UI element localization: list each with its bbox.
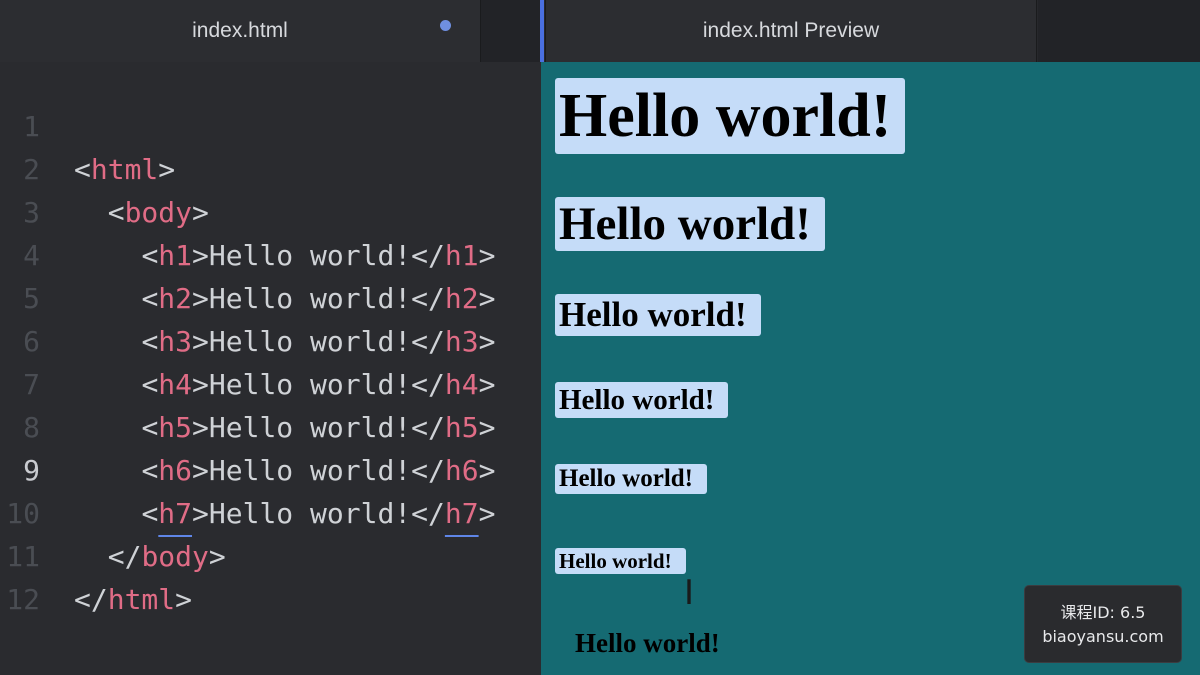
code-line[interactable]: 3 <h1>Hello world!</h1> (0, 148, 541, 272)
tab-preview[interactable]: index.html Preview (545, 0, 1037, 62)
preview-h2: Hello world! (555, 197, 825, 251)
tab-bar-empty-space (1038, 0, 1200, 62)
tab-title: index.html Preview (702, 19, 880, 42)
preview-h7-text: Hello world! (575, 628, 720, 658)
preview-h5: Hello world! (555, 464, 708, 494)
code-line[interactable]: 12 (0, 535, 541, 616)
code-line[interactable]: 4 <h2>Hello world!</h2> (0, 191, 541, 315)
code-line[interactable]: 8 <h6>Hello world!</h6> (0, 363, 541, 487)
code-line[interactable]: 10 </body> (0, 449, 541, 573)
code-line[interactable]: 7 <h5>Hello world!</h5> (0, 320, 541, 444)
code-line[interactable]: 2 <body> (0, 105, 541, 229)
code-text: </html> (74, 583, 193, 616)
code-line[interactable]: 1 <html> (0, 62, 541, 186)
tab-title: index.html (192, 19, 288, 42)
html-preview[interactable]: Hello world! Hello world! Hello world! H… (541, 62, 1200, 675)
code-line[interactable]: 5 <h3>Hello world!</h3> (0, 234, 541, 358)
pane-divider[interactable] (540, 0, 544, 62)
line-number: 12 (6, 583, 40, 616)
preview-h6: Hello world! (555, 548, 686, 574)
unsaved-dot-icon (440, 20, 451, 31)
preview-h4: Hello world! (555, 382, 729, 418)
tab-bar: index.html index.html Preview (0, 0, 1200, 62)
code-line[interactable]: 6 <h4>Hello world!</h4> (0, 277, 541, 401)
text-cursor-icon: I (684, 573, 695, 613)
code-line-current[interactable]: 9 <h7>Hello world!</h7> (0, 406, 541, 530)
tab-bar-empty-space (480, 0, 540, 62)
code-editor[interactable]: 1 <html> 2 <body> 3 <h1>Hello world!</h1… (0, 62, 541, 675)
course-id-text: 课程ID: 6.5 (1060, 603, 1146, 622)
preview-h1: Hello world! (555, 78, 906, 154)
site-url-text: biaoyansu.com (1042, 627, 1164, 646)
course-id-badge: 课程ID: 6.5 biaoyansu.com (1024, 585, 1182, 663)
tab-index-html[interactable]: index.html (0, 0, 480, 62)
code-line[interactable]: 11 </html> (0, 492, 541, 616)
preview-h3: Hello world! (555, 294, 761, 336)
